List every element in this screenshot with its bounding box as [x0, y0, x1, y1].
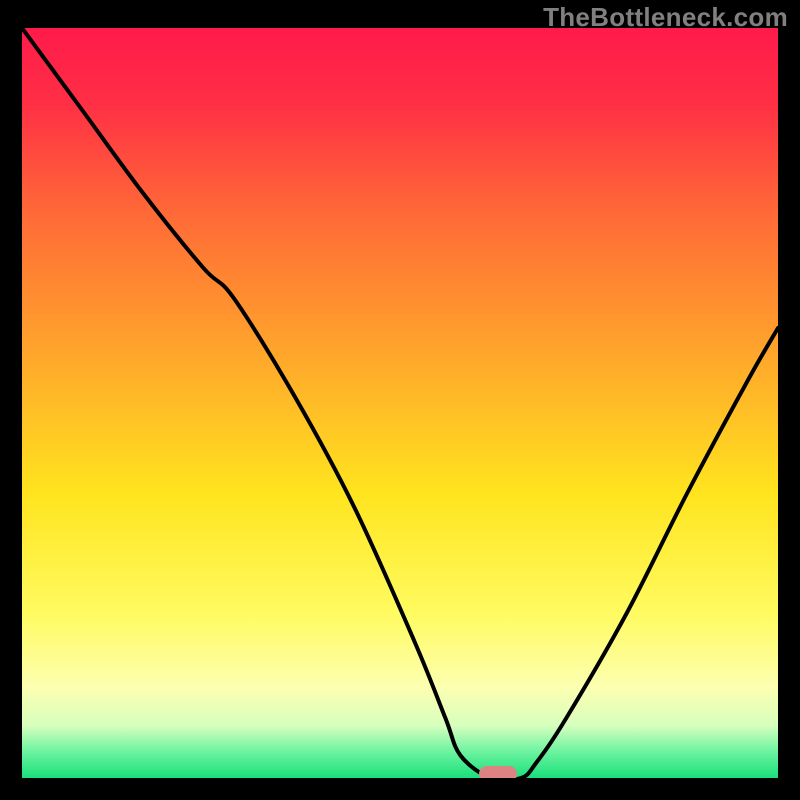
optimal-marker: [479, 766, 517, 778]
background-gradient: [22, 28, 778, 778]
plot-frame: [22, 28, 778, 778]
chart-stage: TheBottleneck.com: [0, 0, 800, 800]
watermark-text: TheBottleneck.com: [543, 2, 788, 33]
